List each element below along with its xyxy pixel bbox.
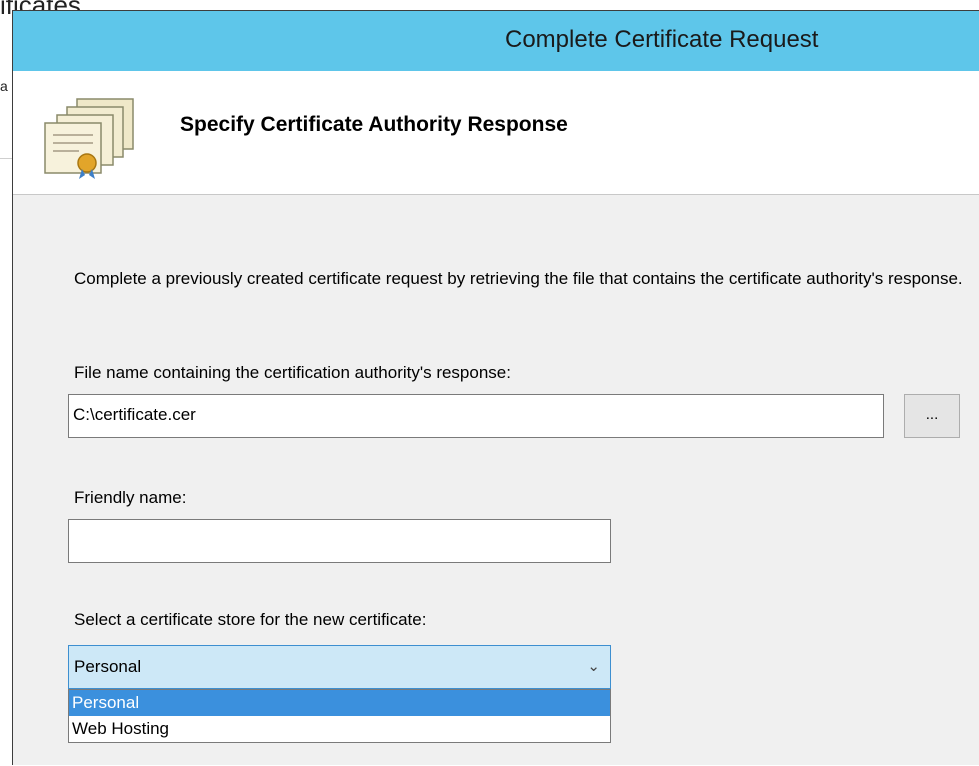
friendly-name-label: Friendly name:: [74, 488, 187, 507]
dropdown-option-web-hosting[interactable]: Web Hosting: [69, 716, 610, 742]
background-window: [0, 0, 12, 765]
file-name-label: File name containing the certification a…: [74, 363, 511, 382]
description-text: Complete a previously created certificat…: [74, 269, 963, 288]
certificate-store-label: Select a certificate store for the new c…: [74, 610, 427, 629]
certificate-store-dropdown: Personal Web Hosting: [68, 689, 611, 743]
background-text-fragment: a: [0, 78, 8, 94]
dropdown-option-personal[interactable]: Personal: [69, 690, 610, 716]
dialog-body: Complete a previously created certificat…: [13, 195, 979, 766]
dialog-header: Specify Certificate Authority Response: [13, 71, 979, 195]
friendly-name-input[interactable]: [68, 519, 611, 563]
complete-certificate-request-dialog: Complete Certificate Request Specify Cer…: [12, 10, 979, 765]
background-divider: [0, 158, 12, 159]
dialog-title: Complete Certificate Request: [505, 26, 819, 53]
page-heading: Specify Certificate Authority Response: [180, 113, 568, 136]
chevron-down-icon[interactable]: ⌄: [587, 646, 600, 688]
certificate-icon: [44, 98, 134, 179]
file-name-input[interactable]: C:\certificate.cer: [68, 394, 884, 438]
browse-button[interactable]: ...: [904, 394, 960, 438]
dialog-titlebar[interactable]: Complete Certificate Request: [13, 11, 979, 71]
certificate-store-value: Personal: [74, 657, 142, 676]
certificate-store-select[interactable]: Personal ⌄: [68, 645, 611, 689]
